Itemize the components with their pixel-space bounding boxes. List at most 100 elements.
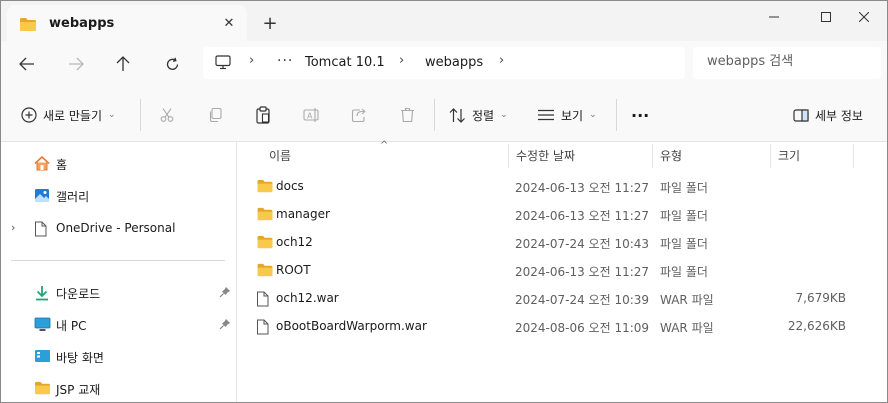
column-header-modified[interactable]: 수정한 날짜: [516, 142, 575, 168]
rename-button[interactable]: A: [298, 101, 326, 129]
delete-button[interactable]: [393, 101, 421, 129]
file-type: 파일 폴더: [660, 237, 708, 251]
chevron-down-icon: ⌄: [108, 110, 116, 120]
refresh-icon: [166, 57, 178, 70]
forward-button[interactable]: [62, 51, 90, 77]
file-row[interactable]: manager 2024-06-13 오전 11:27 파일 폴더: [246, 200, 866, 228]
svg-text:A: A: [307, 112, 313, 121]
up-button[interactable]: [109, 51, 137, 77]
title-bar: webapps ✕ +: [1, 1, 887, 41]
column-header-name[interactable]: 이름: [269, 142, 291, 168]
file-name: och12.war: [276, 291, 339, 305]
breadcrumb-overflow[interactable]: ···: [277, 53, 293, 69]
command-bar: 새로 만들기 ⌄ A 정렬 ⌄ 보기 ⌄ ··· 세부 정보: [1, 87, 887, 142]
breadcrumb-tomcat[interactable]: Tomcat 10.1: [305, 55, 385, 70]
details-pane-label: 세부 정보: [815, 108, 863, 123]
file-type: 파일 폴더: [660, 265, 708, 279]
back-button[interactable]: [13, 51, 41, 77]
tab-close-icon[interactable]: ✕: [219, 14, 239, 34]
sidebar-item-this-pc[interactable]: 내 PC: [1, 311, 237, 339]
document-icon: [34, 221, 47, 240]
paste-button[interactable]: [249, 101, 277, 129]
cut-button[interactable]: [153, 101, 181, 129]
new-button[interactable]: 새로 만들기 ⌄: [21, 101, 116, 129]
file-name: ROOT: [276, 263, 311, 277]
breadcrumb-separator[interactable]: ›: [249, 53, 254, 68]
sidebar-item-label: 홈: [56, 158, 68, 172]
search-box[interactable]: [693, 47, 881, 79]
tab-webapps[interactable]: webapps ✕: [7, 5, 247, 41]
arrow-right-icon: [69, 57, 84, 71]
chevron-down-icon: ⌄: [500, 110, 508, 120]
share-button[interactable]: [345, 101, 373, 129]
folder-icon: [19, 17, 37, 35]
copy-button[interactable]: [201, 101, 229, 129]
pin-icon[interactable]: [219, 318, 231, 333]
sidebar-item-gallery[interactable]: 갤러리: [1, 182, 237, 210]
sort-button[interactable]: 정렬 ⌄: [449, 101, 508, 129]
this-pc-icon[interactable]: [215, 55, 231, 73]
file-modified: 2024-06-13 오전 11:27: [515, 209, 650, 223]
search-input[interactable]: [707, 54, 877, 69]
close-window-button[interactable]: [841, 1, 887, 33]
trash-icon: [400, 107, 414, 123]
close-icon: [859, 12, 869, 22]
scissors-icon: [160, 108, 174, 122]
new-tab-button[interactable]: +: [259, 13, 281, 35]
sidebar-item-label: 내 PC: [56, 319, 87, 333]
breadcrumb-webapps[interactable]: webapps: [425, 55, 483, 70]
details-pane-button[interactable]: 세부 정보: [793, 101, 863, 129]
column-divider[interactable]: [652, 144, 653, 168]
download-icon: [34, 285, 50, 304]
file-modified: 2024-08-06 오전 11:09: [515, 321, 650, 335]
sidebar-item-desktop[interactable]: 바탕 화면: [1, 343, 237, 371]
file-name: docs: [276, 179, 304, 193]
sidebar-item-jsp-folder[interactable]: JSP 교재: [1, 375, 237, 402]
file-row[interactable]: ROOT 2024-06-13 오전 11:27 파일 폴더: [246, 256, 866, 284]
sidebar-item-onedrive[interactable]: › OneDrive - Personal: [1, 215, 237, 243]
file-icon: [256, 291, 269, 310]
sort-button-label: 정렬: [472, 108, 495, 123]
column-divider[interactable]: [853, 144, 854, 168]
folder-icon: [256, 207, 274, 224]
toolbar-divider: [434, 99, 435, 131]
column-header-label: 이름: [269, 148, 292, 163]
view-button[interactable]: 보기 ⌄: [537, 101, 597, 129]
details-pane-icon: [793, 108, 809, 122]
address-bar[interactable]: › ··· Tomcat 10.1 › webapps ›: [203, 47, 685, 79]
column-divider[interactable]: [508, 144, 509, 168]
column-header-label: 수정한 날짜: [516, 148, 576, 163]
file-row[interactable]: docs 2024-06-13 오전 11:27 파일 폴더: [246, 172, 866, 200]
navigation-bar: › ··· Tomcat 10.1 › webapps ›: [1, 41, 887, 87]
column-header-type[interactable]: 유형: [660, 142, 682, 168]
refresh-button[interactable]: [158, 51, 186, 77]
sidebar-item-label: 바탕 화면: [56, 351, 104, 365]
more-options-button[interactable]: ···: [631, 101, 649, 129]
breadcrumb-separator[interactable]: ›: [399, 53, 404, 68]
file-explorer-window: webapps ✕ + › ··· Tomcat 10.1 › webapps …: [0, 0, 888, 403]
new-button-label: 새로 만들기: [43, 108, 103, 123]
pin-icon[interactable]: [219, 286, 231, 301]
column-divider[interactable]: [770, 144, 771, 168]
sidebar-item-home[interactable]: 홈: [1, 150, 237, 178]
minimize-icon: [769, 16, 779, 18]
file-row[interactable]: oBootBoardWarporm.war 2024-08-06 오전 11:0…: [246, 312, 866, 340]
file-type: 파일 폴더: [660, 181, 708, 195]
sidebar-item-label: 갤러리: [56, 190, 90, 204]
sort-ascending-icon: ^: [380, 140, 389, 151]
file-row[interactable]: och12 2024-07-24 오전 10:43 파일 폴더: [246, 228, 866, 256]
rename-icon: A: [303, 108, 319, 122]
gallery-icon: [34, 188, 50, 206]
expand-chevron-icon[interactable]: ›: [11, 221, 15, 234]
maximize-icon: [821, 12, 831, 22]
toolbar-divider: [140, 99, 141, 131]
breadcrumb-separator[interactable]: ›: [499, 53, 504, 68]
toolbar-divider: [616, 99, 617, 131]
sidebar-item-downloads[interactable]: 다운로드: [1, 279, 237, 307]
minimize-button[interactable]: [751, 1, 797, 33]
sort-icon: [449, 107, 465, 123]
file-list: 이름 ^ 수정한 날짜 유형 크기 docs 2024-06-13 오전 11:…: [238, 140, 887, 402]
file-size: 7,679KB: [795, 291, 846, 305]
column-header-size[interactable]: 크기: [778, 142, 800, 168]
file-row[interactable]: och12.war 2024-07-24 오전 10:39 WAR 파일 7,6…: [246, 284, 866, 312]
